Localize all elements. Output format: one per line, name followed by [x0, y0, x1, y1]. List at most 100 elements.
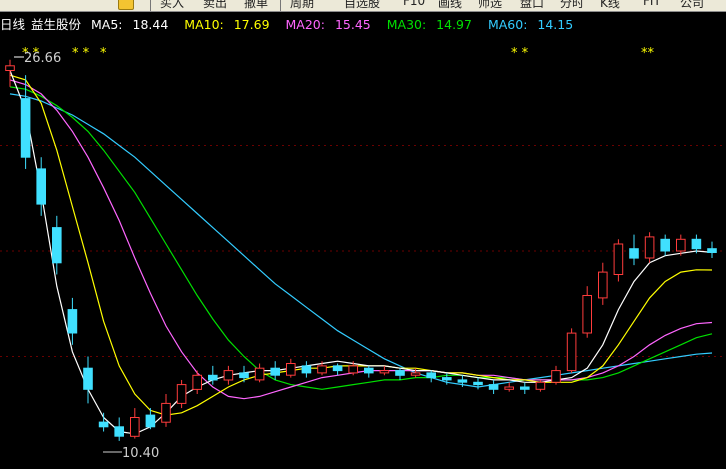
candle-body [208, 374, 218, 381]
candle-body [301, 365, 312, 374]
candle [270, 361, 280, 380]
high-price-label: 26.66 [24, 51, 61, 66]
ma30-legend: MA30: 14.97 [387, 17, 478, 32]
candle-body [52, 227, 62, 264]
candle-body [114, 426, 125, 437]
candle [582, 286, 593, 338]
candle-body [582, 295, 593, 334]
candle [254, 363, 265, 383]
ma-lines [9, 70, 713, 435]
candle-body [566, 332, 577, 372]
star-mark: ** [641, 46, 655, 61]
candle [520, 382, 530, 395]
candle-body [644, 236, 655, 259]
candle-body [504, 386, 514, 390]
candle-body [239, 372, 249, 379]
toolbar-order-book[interactable]: 盘口 [520, 0, 544, 11]
toolbar-f10[interactable]: F10 [403, 0, 425, 8]
candle [98, 412, 109, 432]
ma-legend: 日线 益生股份 MA5: 18.44 MA10: 17.69 MA20: 15.4… [0, 14, 585, 32]
candle-body [254, 367, 265, 381]
candle [504, 382, 514, 392]
candle [83, 356, 93, 404]
ma60-legend: MA60: 14.15 [488, 17, 579, 32]
candle-body [629, 248, 639, 259]
top-toolbar: 买入 卖出 撤单 周期 自选股 F10 画线 师选 盘口 分时 K线 FIT 公… [0, 0, 726, 12]
candle-body [145, 414, 156, 428]
candle-body [317, 365, 327, 374]
toolbar-screener[interactable]: 师选 [478, 0, 502, 11]
candle-body [20, 98, 31, 158]
candle-body [192, 374, 202, 390]
ma30-line [9, 86, 713, 390]
candle [301, 361, 312, 378]
low-annotation: 10.40 [103, 446, 159, 461]
candle [644, 232, 655, 263]
ma60-value: 14.15 [537, 17, 574, 32]
candle [286, 358, 296, 378]
toolbar-watchlist[interactable]: 自选股 [344, 0, 380, 11]
toolbar-period[interactable]: 周期 [290, 0, 314, 11]
period-label[interactable]: 日线 [0, 17, 25, 32]
candle [161, 394, 171, 427]
candle [629, 234, 639, 266]
ma5-label: MA5: [91, 17, 123, 32]
candle [707, 241, 717, 259]
candle-body [130, 417, 140, 437]
toolbar-sell[interactable]: 卖出 [203, 0, 227, 11]
toolbar-fit[interactable]: FIT [643, 0, 661, 8]
toolbar-app-icon[interactable] [118, 0, 134, 10]
candle-body [551, 370, 561, 383]
candle-body [410, 372, 421, 376]
toolbar-cancel-order[interactable]: 撤单 [244, 0, 268, 11]
candle [598, 262, 608, 305]
ma30-value: 14.97 [436, 17, 472, 32]
ma5-value: 18.44 [132, 17, 169, 32]
candle-body [676, 238, 686, 252]
candle-body [520, 386, 530, 390]
candle [379, 365, 390, 376]
candle-body [707, 248, 717, 253]
candle-body [660, 238, 671, 252]
candle-body [83, 367, 93, 390]
ma60-line [9, 93, 713, 388]
candle-body [535, 381, 546, 390]
candle-body [379, 370, 390, 374]
candle-body [98, 421, 109, 428]
star-mark: * [100, 46, 107, 61]
candle [239, 365, 249, 383]
candle-body [457, 379, 468, 383]
toolbar-draw-line[interactable]: 画线 [438, 0, 462, 11]
candle-body [332, 365, 343, 372]
toolbar-kline[interactable]: K线 [600, 0, 620, 11]
low-price-label: 10.40 [122, 446, 159, 461]
candle [223, 365, 234, 385]
candle [488, 379, 499, 395]
candle [176, 379, 187, 409]
star-mark: * * [511, 46, 529, 61]
candle [332, 363, 343, 376]
toolbar-intraday[interactable]: 分时 [560, 0, 584, 11]
ma30-label: MA30: [386, 17, 427, 32]
candle-body [598, 271, 608, 299]
stock-name: 益生股份 [31, 17, 82, 32]
star-mark: * * [72, 46, 90, 61]
candle-body [691, 238, 702, 250]
kline-chart[interactable]: * * * * * * * ** 26.66 10.40 [0, 32, 726, 469]
candle-body [286, 363, 296, 376]
toolbar-separator [280, 0, 281, 11]
candle-body [426, 372, 436, 379]
ma5-line [9, 70, 713, 435]
ma20-line [9, 79, 713, 400]
candle-body [488, 384, 499, 390]
candle-body [473, 381, 483, 386]
candle-body [223, 370, 234, 381]
candle [473, 377, 483, 390]
toolbar-buy[interactable]: 买入 [160, 0, 184, 11]
candle [660, 234, 671, 256]
toolbar-company[interactable]: 公司 [680, 0, 704, 11]
ma20-legend: MA20: 15.45 [286, 17, 377, 32]
ma10-value: 17.69 [233, 17, 270, 32]
candle-body [270, 367, 280, 376]
candle-body [442, 377, 452, 381]
